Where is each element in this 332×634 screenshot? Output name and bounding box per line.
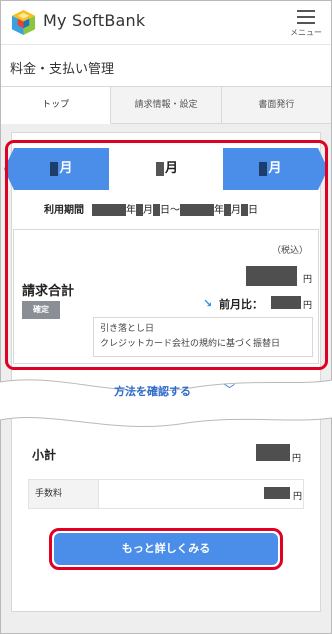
yen-unit: 円 (292, 454, 302, 464)
subtotal-label: 小計 (32, 448, 57, 462)
app-header: My SoftBank メニュー (1, 1, 331, 43)
payment-method-link[interactable]: 方法を確認する (114, 383, 191, 399)
tab-document-issue[interactable]: 書面発行 (222, 87, 331, 123)
fee-row: 手数料 円 (28, 479, 304, 509)
chevron-down-icon[interactable]: ﹀ (224, 381, 235, 397)
highlight-frame (5, 140, 328, 370)
highlight-frame (49, 528, 283, 570)
redacted-fee-amount (264, 487, 290, 499)
hamburger-menu-icon (289, 7, 323, 24)
page-title-bar: 料金・支払い管理 (1, 44, 331, 84)
redacted-subtotal-amount (256, 444, 290, 461)
torn-edge-divider (0, 379, 332, 427)
menu-label: メニュー (290, 28, 322, 37)
fee-label: 手数料 (29, 480, 99, 508)
tab-billing-info-settings[interactable]: 請求情報・設定 (111, 87, 222, 123)
tab-top[interactable]: トップ (1, 87, 112, 124)
menu-button[interactable]: メニュー (289, 7, 323, 39)
app-title: My SoftBank (43, 11, 146, 30)
page-title: 料金・支払い管理 (10, 62, 115, 77)
yen-unit: 円 (293, 492, 303, 502)
softbank-logo-icon[interactable] (10, 9, 37, 36)
tab-bar: トップ 請求情報・設定 書面発行 (1, 86, 331, 124)
